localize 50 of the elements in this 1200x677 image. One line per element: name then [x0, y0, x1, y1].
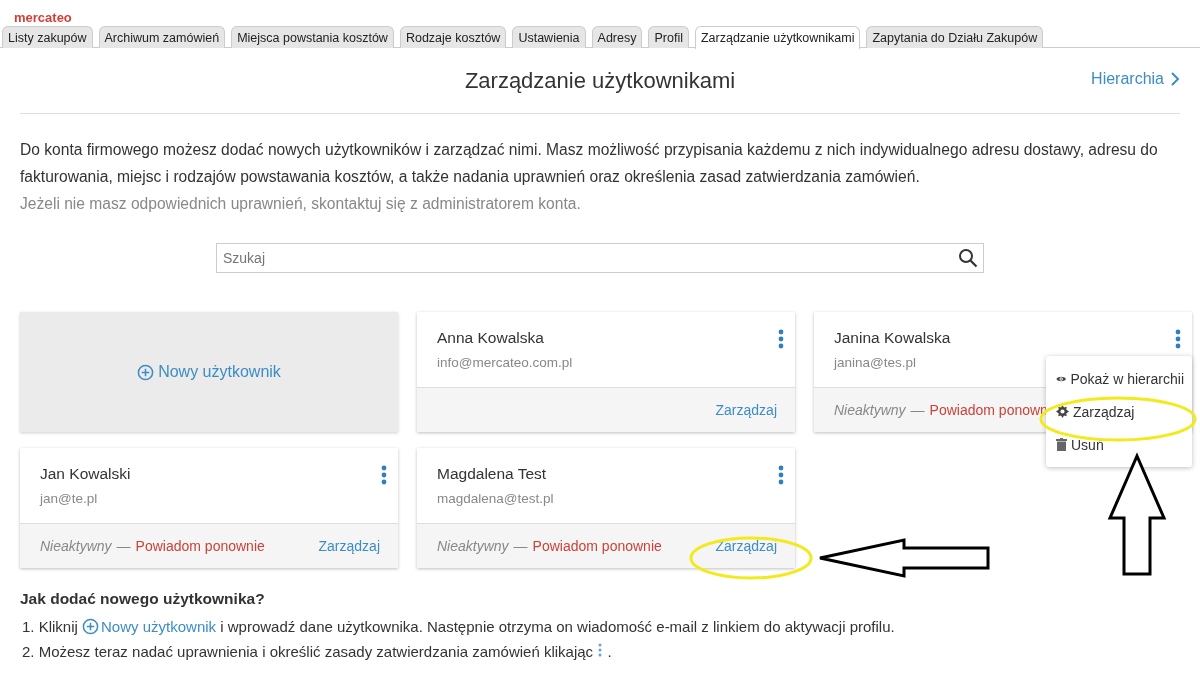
- more-icon[interactable]: [1175, 329, 1181, 349]
- note-text: Jeżeli nie masz odpowiednich uprawnień, skontaktuj się z administratorem konta.: [20, 194, 582, 214]
- user-email: info@mercateo.com.pl: [437, 355, 574, 370]
- resend-link[interactable]: Powiadom ponownie: [135, 538, 265, 554]
- status-text: Nieaktywny: [40, 538, 112, 554]
- plus-circle-icon: [137, 363, 155, 381]
- tab[interactable]: Zapytania do Działu Zakupów: [866, 26, 1044, 48]
- user-name: Janina Kowalska: [834, 329, 952, 347]
- dash: —: [910, 402, 925, 418]
- resend-link[interactable]: Powiadom ponown: [929, 402, 1048, 418]
- tab[interactable]: Profil: [648, 26, 689, 48]
- more-icon[interactable]: [778, 329, 784, 349]
- menu-item[interactable]: Zarządzaj: [1046, 395, 1192, 428]
- logo: mercateo: [13, 9, 73, 24]
- user-email: jan@te.pl: [40, 491, 99, 506]
- tab[interactable]: Zarządzanie użytkownikami: [694, 26, 861, 49]
- tab[interactable]: Ustawienia: [512, 26, 586, 48]
- plus-circle-icon: [82, 618, 100, 635]
- more-icon[interactable]: [381, 465, 387, 485]
- user-name: Jan Kowalski: [40, 465, 132, 483]
- menu-item[interactable]: Pokaż w hierarchii: [1046, 362, 1192, 395]
- tab[interactable]: Archiwum zamówień: [98, 26, 226, 48]
- intro-text: Do konta firmowego możesz dodać nowych użytkowników i zarządzać nimi. Masz możliwość przypisania każdemu z nich indywidualnego adresu dostawy, adresu do fakturowania, miejsc i rodzajów powstawania kosztów, a także nadania uprawnień oraz określenia zasad zatwierdzania zamówień.: [20, 140, 1159, 187]
- dash: —: [116, 538, 131, 554]
- dash: —: [513, 538, 528, 554]
- more-icon: [597, 643, 604, 657]
- status-text: Nieaktywny: [437, 538, 509, 554]
- search-icon: [958, 248, 978, 268]
- user-name: Magdalena Test: [437, 465, 548, 483]
- user-email: magdalena@test.pl: [437, 491, 555, 506]
- hierarchy-link[interactable]: Hierarchia: [1091, 70, 1180, 88]
- help-step: 2. Możesz teraz nadać uprawnienia i określić zasady zatwierdzania zamówień klikając .: [22, 639, 1180, 664]
- status-text: Nieaktywny: [834, 402, 906, 418]
- tab[interactable]: Listy zakupów: [2, 26, 93, 48]
- tab[interactable]: Rodzaje kosztów: [399, 26, 507, 48]
- trash-icon: [1056, 438, 1067, 451]
- resend-link[interactable]: Powiadom ponownie: [532, 538, 662, 554]
- more-icon[interactable]: [778, 465, 784, 485]
- gear-icon: [1056, 405, 1069, 418]
- help-step: 1. Kliknij Nowy użytkownik i wprowadź dane użytkownika. Następnie otrzyma on wiadomość e-mail z linkiem do aktywacji profilu.: [22, 614, 1180, 639]
- tab[interactable]: Miejsca powstania kosztów: [231, 26, 394, 48]
- tab[interactable]: Adresy: [591, 26, 643, 48]
- search-field[interactable]: Szukaj: [216, 243, 984, 273]
- user-name: Anna Kowalska: [437, 329, 545, 347]
- help-title: Jak dodać nowego użytkownika?: [20, 590, 266, 608]
- menu-item[interactable]: Usuń: [1046, 428, 1192, 461]
- new-user-link[interactable]: Nowy użytkownik: [82, 614, 217, 639]
- user-email: janina@tes.pl: [834, 355, 917, 370]
- page-title: Zarządzanie użytkownikami: [464, 67, 736, 94]
- chevron-right-icon: [1170, 71, 1180, 87]
